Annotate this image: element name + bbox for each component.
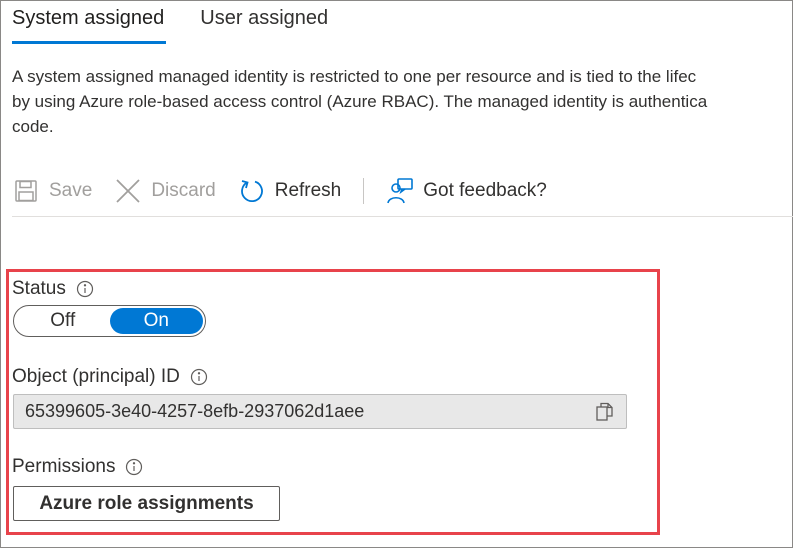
- feedback-button[interactable]: Got feedback?: [386, 177, 547, 205]
- refresh-icon: [238, 177, 266, 205]
- toolbar-divider-line: [12, 216, 793, 217]
- azure-role-assignments-button[interactable]: Azure role assignments: [13, 486, 280, 521]
- save-icon: [12, 177, 40, 205]
- object-id-label: Object (principal) ID: [12, 366, 180, 387]
- description-text: A system assigned managed identity is re…: [12, 64, 793, 139]
- info-icon[interactable]: [190, 368, 208, 386]
- description-line: code.: [12, 117, 54, 136]
- close-icon: [114, 177, 142, 205]
- description-line: A system assigned managed identity is re…: [12, 67, 697, 86]
- toolbar-divider: [363, 178, 365, 204]
- toolbar: Save Discard Refresh Got feedback?: [12, 174, 569, 208]
- copy-icon[interactable]: [590, 397, 620, 427]
- tab-user-assigned[interactable]: User assigned: [200, 0, 328, 46]
- object-id-label-row: Object (principal) ID: [12, 366, 208, 388]
- permissions-label: Permissions: [12, 456, 116, 477]
- discard-label: Discard: [151, 180, 216, 201]
- tab-system-assigned[interactable]: System assigned: [12, 0, 167, 46]
- save-button[interactable]: Save: [12, 177, 92, 205]
- description-line: by using Azure role-based access control…: [12, 92, 708, 111]
- info-icon[interactable]: [125, 458, 143, 476]
- object-id-field[interactable]: 65399605-3e40-4257-8efb-2937062d1aee: [13, 394, 627, 429]
- save-label: Save: [49, 180, 93, 201]
- toggle-off-option[interactable]: Off: [16, 308, 110, 334]
- identity-tabs: System assigned User assigned: [12, 0, 364, 46]
- status-label-row: Status: [12, 278, 94, 300]
- status-label: Status: [12, 278, 66, 299]
- refresh-button[interactable]: Refresh: [238, 177, 342, 205]
- status-toggle[interactable]: Off On: [13, 305, 206, 337]
- feedback-label: Got feedback?: [423, 180, 547, 201]
- toggle-on-option[interactable]: On: [109, 308, 203, 334]
- feedback-icon: [386, 177, 414, 205]
- discard-button[interactable]: Discard: [114, 177, 216, 205]
- object-id-value[interactable]: 65399605-3e40-4257-8efb-2937062d1aee: [14, 401, 590, 422]
- refresh-label: Refresh: [274, 180, 342, 201]
- permissions-label-row: Permissions: [12, 456, 143, 478]
- info-icon[interactable]: [76, 280, 94, 298]
